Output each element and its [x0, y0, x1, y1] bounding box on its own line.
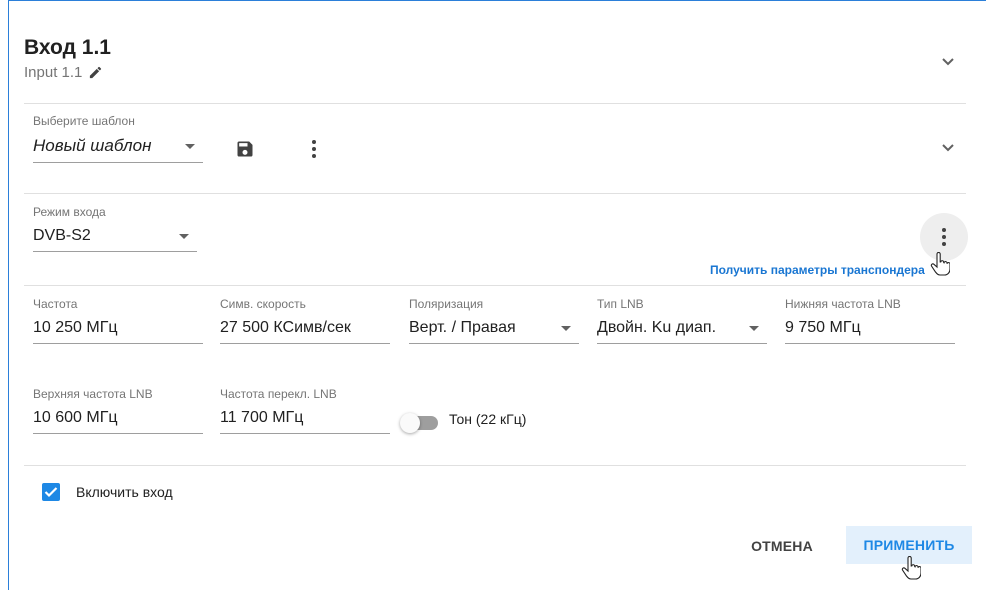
lnb-switch-input[interactable]: 11 700 МГц	[220, 409, 390, 434]
input-subtitle: Input 1.1	[24, 64, 83, 81]
transponder-params-link[interactable]: Получить параметры транспондера	[710, 263, 925, 277]
divider-1	[24, 103, 966, 104]
divider-2	[24, 193, 966, 194]
mode-value: DVB-S2	[33, 227, 91, 244]
template-expand-chevron-icon[interactable]	[936, 136, 960, 160]
input-title: Вход 1.1	[24, 36, 111, 59]
dropdown-arrow-icon	[179, 233, 189, 239]
tone-toggle-knob	[400, 413, 420, 433]
template-select[interactable]: Выберите шаблон Новый шаблон	[33, 114, 203, 163]
cancel-button[interactable]: ОТМЕНА	[734, 528, 830, 564]
lnb-low-field[interactable]: Нижняя частота LNB 9 750 МГц	[785, 297, 955, 344]
divider-4	[24, 465, 966, 466]
tone-label: Тон (22 кГц)	[449, 411, 527, 427]
dropdown-arrow-icon	[561, 325, 571, 331]
frequency-field[interactable]: Частота 10 250 МГц	[33, 297, 203, 344]
lnb-switch-field[interactable]: Частота перекл. LNB 11 700 МГц	[220, 387, 390, 434]
lnb-low-label: Нижняя частота LNB	[785, 297, 901, 311]
panel-frame	[8, 0, 986, 590]
divider-3	[24, 285, 966, 286]
polarization-value: Верт. / Правая	[409, 319, 516, 336]
mode-label: Режим входа	[33, 205, 106, 219]
dropdown-arrow-icon	[185, 143, 195, 149]
lnb-high-input[interactable]: 10 600 МГц	[33, 409, 203, 434]
dropdown-arrow-icon	[749, 325, 759, 331]
lnb-high-label: Верхняя частота LNB	[33, 387, 153, 401]
collapse-chevron-icon[interactable]	[936, 50, 960, 74]
hand-cursor-icon	[901, 555, 922, 585]
lnb-high-field[interactable]: Верхняя частота LNB 10 600 МГц	[33, 387, 203, 434]
check-icon	[44, 487, 58, 498]
edit-icon[interactable]	[88, 65, 103, 80]
template-value: Новый шаблон	[33, 136, 152, 155]
hand-cursor-icon	[930, 251, 951, 281]
frequency-label: Частота	[33, 297, 78, 311]
lnb-type-value: Двойн. Ku диап.	[597, 319, 717, 336]
enable-input-checkbox[interactable]	[42, 483, 60, 501]
template-value-row[interactable]: Новый шаблон	[33, 136, 203, 163]
mode-value-row[interactable]: DVB-S2	[33, 227, 197, 252]
tone-toggle[interactable]	[400, 413, 438, 433]
more-vert-icon	[942, 228, 946, 246]
lnb-low-input[interactable]: 9 750 МГц	[785, 319, 955, 344]
input-mode-select[interactable]: Режим входа DVB-S2	[33, 205, 197, 252]
lnb-switch-label: Частота перекл. LNB	[220, 387, 337, 401]
lnb-type-label: Тип LNB	[597, 297, 644, 311]
more-vert-icon	[312, 140, 316, 158]
symbol-rate-label: Симв. скорость	[220, 297, 306, 311]
lnb-type-select[interactable]: Тип LNB Двойн. Ku диап.	[597, 297, 767, 344]
save-icon	[237, 141, 253, 157]
template-more-button[interactable]	[302, 137, 326, 161]
save-template-button[interactable]	[233, 137, 257, 161]
input-subtitle-row: Input 1.1	[24, 64, 103, 81]
symbol-rate-input[interactable]: 27 500 КСимв/сек	[220, 319, 390, 344]
polarization-select[interactable]: Поляризация Верт. / Правая	[409, 297, 579, 344]
template-label: Выберите шаблон	[33, 114, 135, 128]
frequency-input[interactable]: 10 250 МГц	[33, 319, 203, 344]
polarization-value-row[interactable]: Верт. / Правая	[409, 319, 579, 344]
lnb-type-value-row[interactable]: Двойн. Ku диап.	[597, 319, 767, 344]
enable-input-label: Включить вход	[76, 484, 173, 500]
polarization-label: Поляризация	[409, 297, 484, 311]
symbol-rate-field[interactable]: Симв. скорость 27 500 КСимв/сек	[220, 297, 390, 344]
